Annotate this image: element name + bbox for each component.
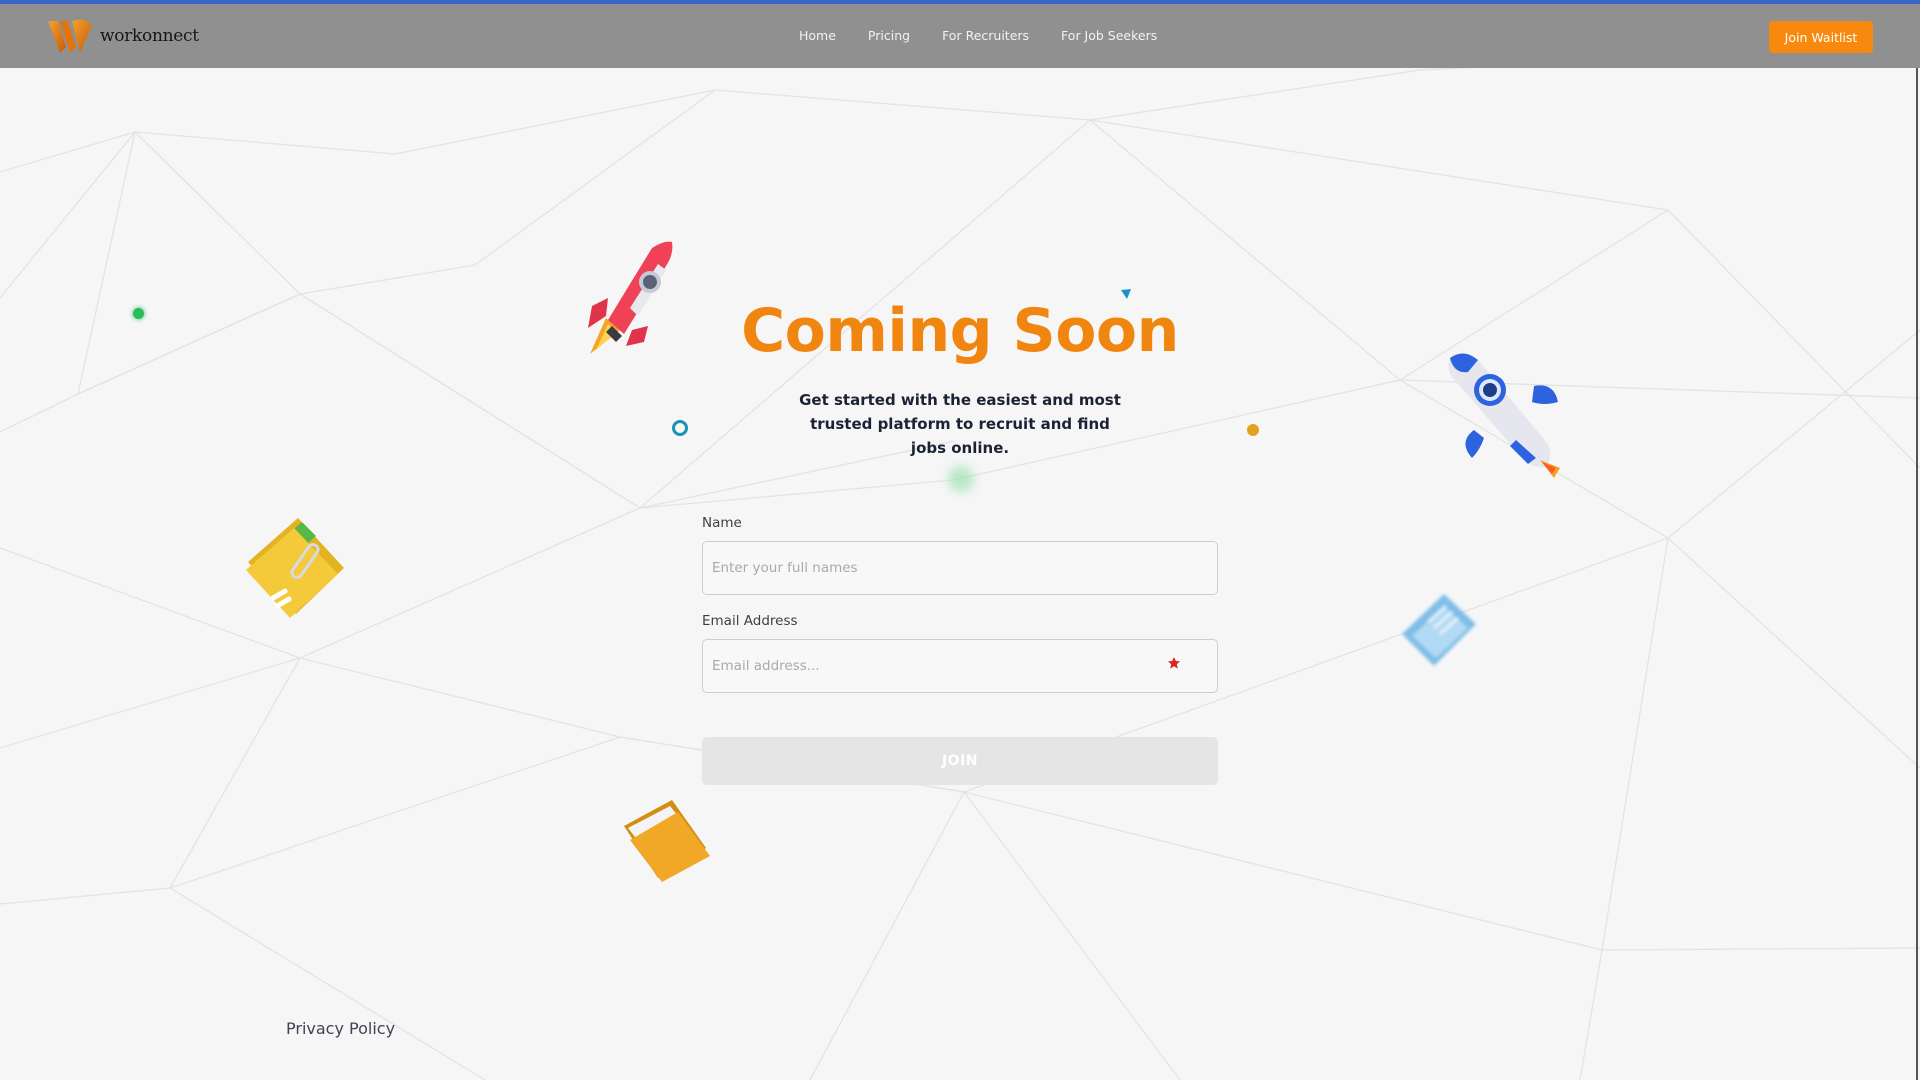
blue-rocket-icon	[1448, 353, 1560, 478]
page-title: Coming Soon	[741, 296, 1179, 366]
name-input[interactable]	[702, 541, 1218, 595]
page-subtitle: Get started with the easiest and most tr…	[799, 391, 1121, 457]
scrollbar-edge	[1916, 68, 1918, 1080]
email-input[interactable]	[702, 639, 1218, 693]
blue-document-icon	[1402, 594, 1476, 666]
nav-pricing[interactable]: Pricing	[868, 28, 910, 43]
nav-for-recruiters[interactable]: For Recruiters	[942, 28, 1029, 43]
yellow-folder-icon	[246, 518, 344, 618]
email-label: Email Address	[702, 613, 798, 629]
join-waitlist-button[interactable]: Join Waitlist	[1769, 21, 1873, 53]
logo[interactable]: workonnect	[46, 16, 199, 56]
green-dot-decoration	[133, 308, 144, 319]
navbar: workonnect Home Pricing For Recruiters F…	[0, 4, 1920, 68]
teal-ring-decoration	[672, 420, 688, 436]
nav-for-job-seekers[interactable]: For Job Seekers	[1061, 28, 1157, 43]
required-star-icon	[1168, 657, 1180, 669]
green-glow-decoration	[948, 466, 974, 492]
name-label: Name	[702, 515, 742, 531]
orange-folder-icon	[624, 800, 710, 882]
main-nav: Home Pricing For Recruiters For Job Seek…	[799, 28, 1157, 43]
join-button[interactable]: JOIN	[702, 737, 1218, 785]
nav-home[interactable]: Home	[799, 28, 836, 43]
amber-dot-decoration	[1247, 424, 1259, 436]
workonnect-logo-icon	[48, 19, 92, 53]
privacy-policy-link[interactable]: Privacy Policy	[286, 1019, 395, 1038]
brand-name: workonnect	[100, 26, 199, 46]
